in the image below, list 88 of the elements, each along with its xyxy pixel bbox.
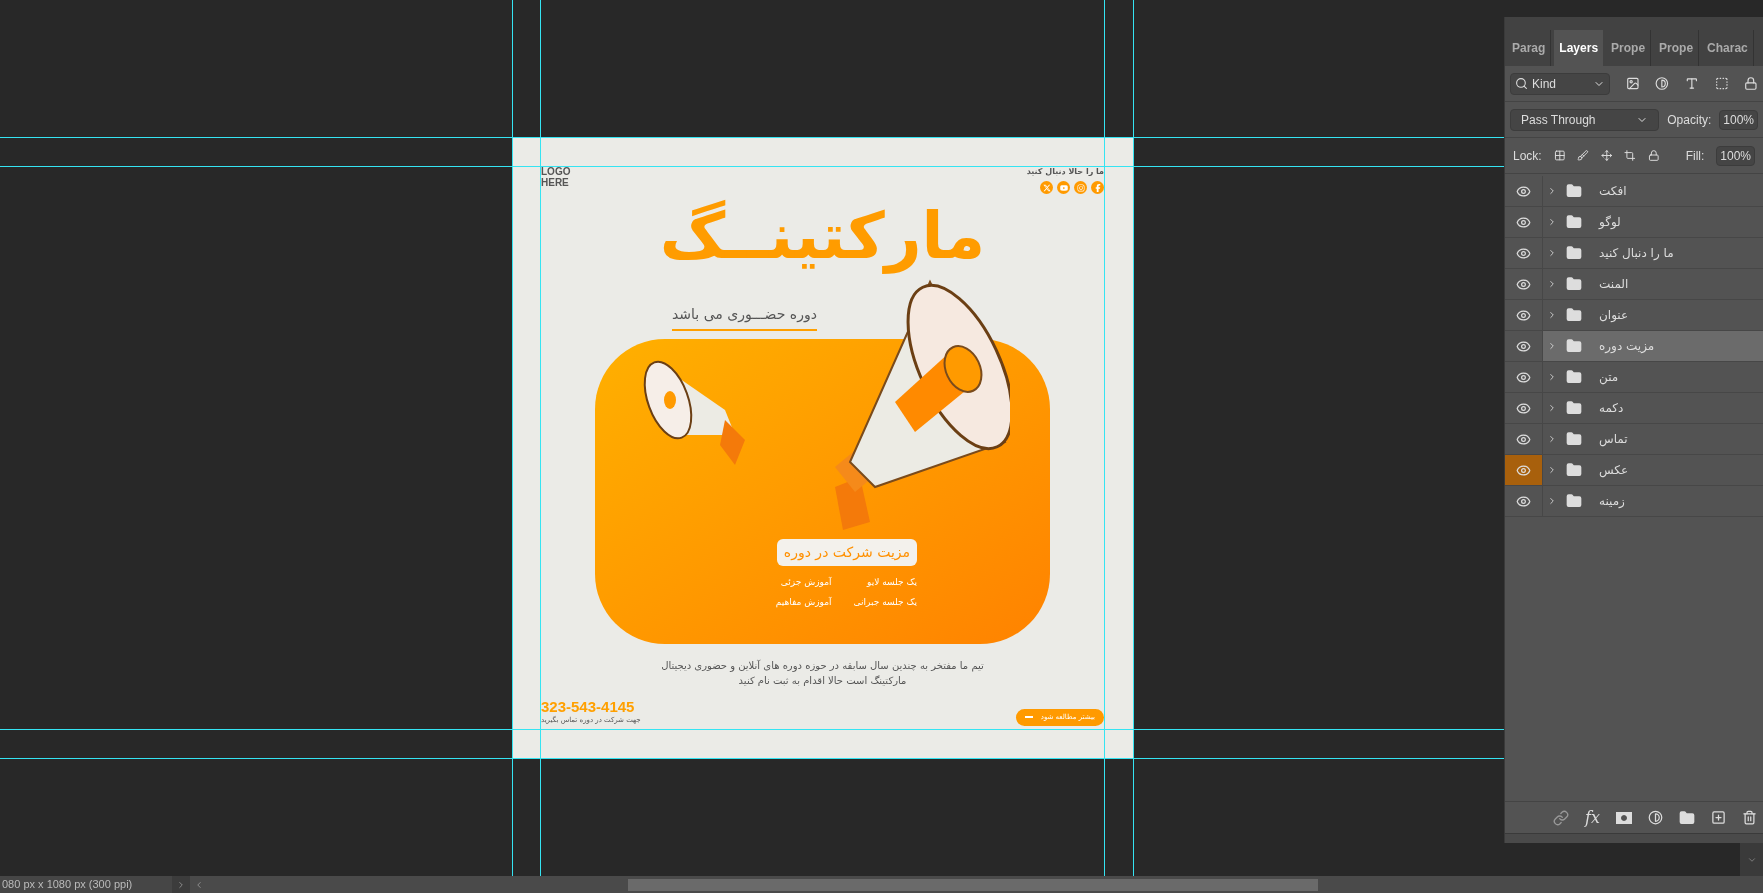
visibility-eye-icon[interactable] [1505,455,1543,485]
expand-chevron-icon [1547,341,1557,351]
layer-row[interactable]: دکمه [1543,393,1763,423]
folder-icon [1565,493,1583,509]
layer-name: عکس [1599,462,1629,479]
lock-pixels-icon[interactable] [1553,148,1566,163]
expand-chevron-icon [1547,248,1557,258]
folder-icon [1565,214,1583,230]
layer-style-button[interactable]: fx [1585,805,1600,830]
phone-number: 323-543-4145 [541,698,636,715]
scrollbar-thumb[interactable] [628,878,1318,891]
folder-icon [1565,369,1583,385]
new-group-icon[interactable] [1679,809,1695,826]
logo-text: LOGO [541,166,571,177]
logo-text: HERE [541,177,570,188]
folder-icon [1565,338,1583,354]
chevron-left-icon [194,879,204,890]
lock-filter-icon[interactable] [1744,76,1758,91]
expand-chevron-icon [1547,217,1557,227]
layer-row[interactable]: المنت [1543,269,1763,299]
mask-icon[interactable] [1616,811,1632,824]
poster-title: مارکتینــگ [659,198,986,276]
layer-row[interactable]: عنوان [1543,300,1763,330]
layer-name: ما را دنبال کنید [1599,245,1674,262]
layer-name: متن [1599,369,1619,386]
crop-icon[interactable] [1624,148,1637,163]
benefit-item: یک جلسه جبرانی [853,595,917,609]
layer-row[interactable]: ما را دنبال کنید [1543,238,1763,268]
layer-name: زمینه [1599,493,1625,510]
folder-icon [1565,431,1583,447]
folder-icon [1565,245,1583,261]
adjustment-filter-icon[interactable] [1655,76,1669,91]
layer-row[interactable]: عکس [1543,455,1763,485]
folder-icon [1565,462,1583,478]
benefit-item: یک جلسه لایو [865,576,917,589]
layer-name: عنوان [1599,307,1629,324]
benefit-item: آموزش مفاهیم [774,595,832,609]
follow-label: ما را حالا دنبال کنید [1026,166,1104,178]
description-text: تیم ما مفتخر به چندین سال سابقه در حوزه دوره های آنلاین و حضوری دیجیتال مارکتینگ است حالا اقدام به ثبت نام کنید [660,658,985,688]
fill-field[interactable]: 100% [1716,145,1756,166]
horizontal-scrollbar[interactable] [190,876,1763,893]
image-filter-icon[interactable] [1625,76,1640,91]
lock-label: Lock: [1513,147,1542,165]
panel-tab[interactable]: Layers [1554,30,1604,66]
move-icon[interactable] [1600,148,1613,163]
opacity-label: Opacity: [1667,111,1712,129]
layer-row[interactable]: متن [1543,362,1763,392]
adjustment-layer-icon[interactable] [1648,810,1663,825]
layer-row[interactable]: زمینه [1543,486,1763,516]
new-layer-icon[interactable] [1711,810,1726,825]
folder-icon [1565,183,1583,199]
folder-icon [1565,276,1583,292]
layer-row[interactable]: مزیت دوره [1543,331,1763,361]
link-icon[interactable] [1553,809,1570,826]
folder-icon [1565,400,1583,416]
benefit-item: آموزش جزئی [779,576,832,589]
layer-name: المنت [1599,276,1629,293]
benefits-title: مزیت شرکت در دوره [776,539,917,566]
kind-filter-dropdown[interactable]: Kind [1510,72,1610,95]
layer-name: دکمه [1599,400,1624,417]
brush-icon[interactable] [1577,148,1589,163]
layer-row[interactable]: افکت [1543,176,1763,206]
search-icon [1515,77,1528,90]
layer-name: افکت [1599,183,1627,200]
chevron-right-icon[interactable] [176,879,186,890]
layer-row[interactable]: لوگو [1543,207,1763,237]
opacity-field[interactable]: 100% [1719,109,1758,130]
expand-chevron-icon [1547,496,1557,506]
expand-chevron-icon [1547,279,1557,289]
layer-row[interactable]: تماس [1543,424,1763,454]
layer-name: لوگو [1599,214,1621,231]
delete-icon[interactable] [1742,810,1757,825]
shape-filter-icon[interactable] [1714,76,1729,91]
expand-chevron-icon [1547,372,1557,382]
expand-chevron-icon [1547,465,1557,475]
fill-label: Fill: [1685,147,1705,165]
folder-icon [1565,307,1583,323]
layer-name: تماس [1599,431,1628,448]
type-filter-icon[interactable] [1684,76,1699,91]
expand-chevron-icon [1547,186,1557,196]
expand-chevron-icon [1547,310,1557,320]
expand-chevron-icon [1547,403,1557,413]
layer-name: مزیت دوره [1599,338,1655,355]
document-info: 080 px x 1080 px (300 ppi) [0,876,172,893]
lock-icon[interactable] [1648,148,1660,163]
expand-chevron-icon [1547,434,1557,444]
blend-mode-dropdown[interactable]: Pass Through [1510,108,1660,131]
poster-subtitle: دوره حضـــوری می باشد [672,304,817,331]
